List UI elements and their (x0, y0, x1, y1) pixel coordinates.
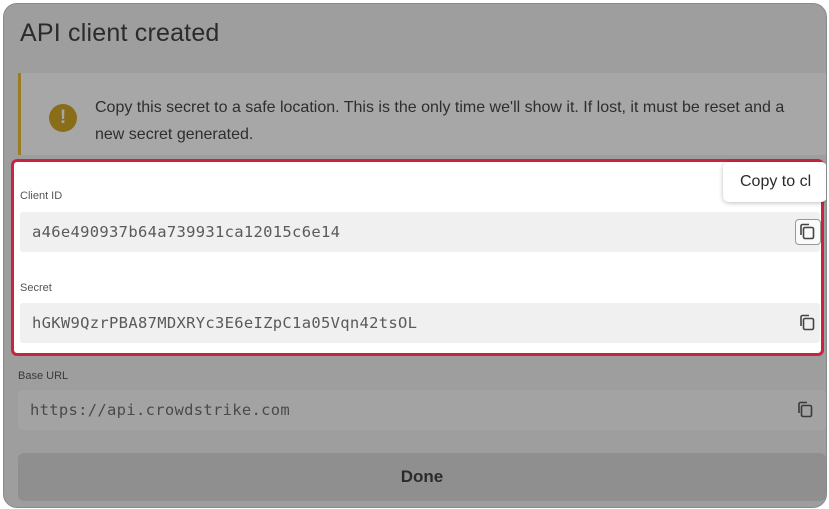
copy-client-id-button[interactable] (795, 219, 821, 245)
secret-value: hGKW9QzrPBA87MDXRYc3E6eIZpC1a05Vqn42tsOL (32, 314, 418, 332)
client-id-field[interactable]: a46e490937b64a739931ca12015c6e14 (20, 212, 821, 252)
copy-icon (800, 314, 815, 331)
secret-field[interactable]: hGKW9QzrPBA87MDXRYc3E6eIZpC1a05Vqn42tsOL (20, 303, 820, 343)
copy-base-url-button[interactable] (794, 398, 820, 424)
credentials-highlight: Copy to cl Client ID a46e490937b64a73993… (11, 159, 826, 356)
copy-icon (800, 223, 815, 240)
base-url-field[interactable]: https://api.crowdstrike.com (18, 390, 826, 430)
warning-banner: ! Copy this secret to a safe location. T… (18, 73, 826, 155)
api-client-dialog: API client created ! Copy this secret to… (3, 3, 827, 508)
dialog-title: API client created (20, 19, 220, 47)
warning-message: Copy this secret to a safe location. Thi… (95, 99, 785, 143)
secret-label: Secret (20, 282, 52, 294)
warning-icon: ! (49, 104, 77, 132)
base-url-label: Base URL (18, 370, 69, 382)
done-button[interactable]: Done (18, 453, 826, 501)
copy-tooltip: Copy to cl (723, 162, 826, 202)
client-id-value: a46e490937b64a739931ca12015c6e14 (32, 223, 341, 241)
client-id-label: Client ID (20, 190, 63, 202)
base-url-value: https://api.crowdstrike.com (30, 401, 291, 419)
copy-secret-button[interactable] (796, 311, 822, 337)
copy-icon (798, 401, 813, 418)
